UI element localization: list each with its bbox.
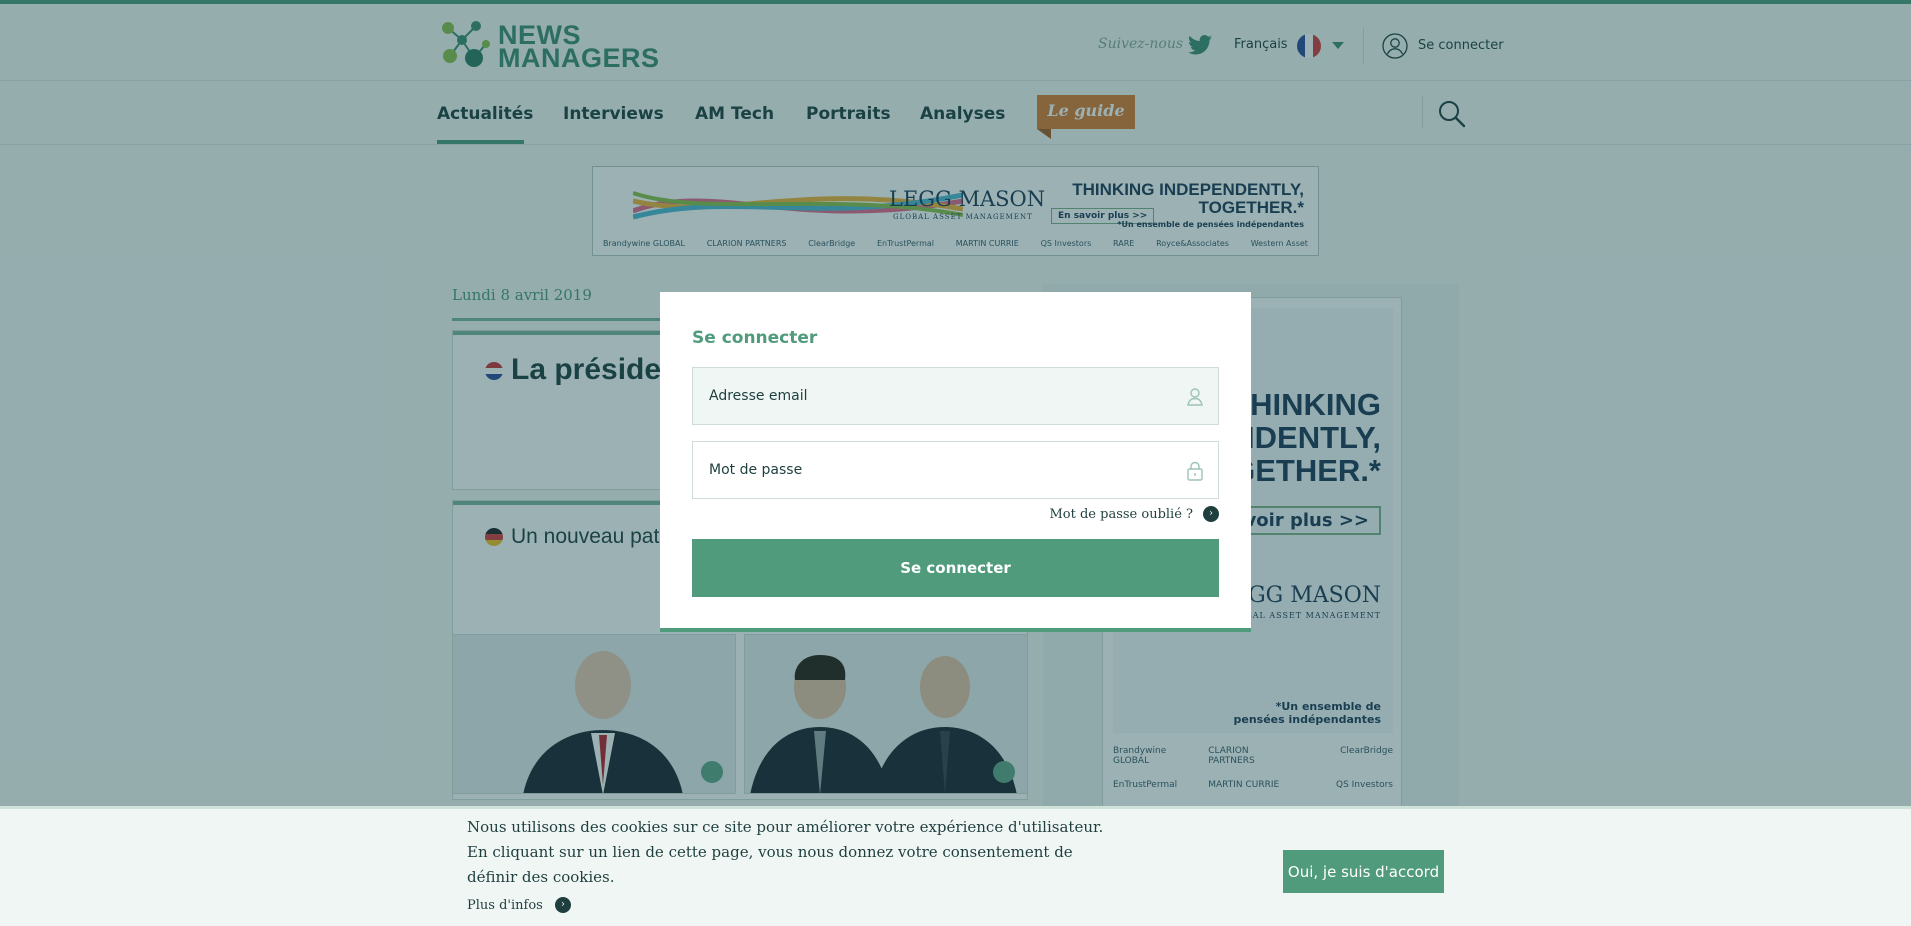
cookie-message: Nous utilisons des cookies sur ce site p… <box>467 818 1104 886</box>
login-modal: Se connecter Mot de passe oublié ? › Se … <box>660 292 1251 632</box>
arrow-right-icon: › <box>554 897 571 913</box>
cookie-more-info-link[interactable]: Plus d'infos › <box>467 897 571 913</box>
person-icon <box>1187 388 1203 406</box>
arrow-right-icon: › <box>1203 506 1219 522</box>
email-field-wrapper <box>692 367 1219 425</box>
cookie-more-info-label: Plus d'infos <box>467 897 543 913</box>
password-field[interactable] <box>693 442 1218 498</box>
lock-icon <box>1187 461 1203 481</box>
forgot-password-link[interactable]: Mot de passe oublié ? › <box>1049 506 1219 522</box>
forgot-password-label: Mot de passe oublié ? <box>1049 506 1193 522</box>
cookie-accept-button[interactable]: Oui, je suis d'accord <box>1283 850 1444 893</box>
modal-title: Se connecter <box>692 328 818 348</box>
cookie-banner: Nous utilisons des cookies sur ce site p… <box>0 806 1911 926</box>
email-field[interactable] <box>693 368 1218 424</box>
login-submit-button[interactable]: Se connecter <box>692 539 1219 597</box>
password-field-wrapper <box>692 441 1219 499</box>
